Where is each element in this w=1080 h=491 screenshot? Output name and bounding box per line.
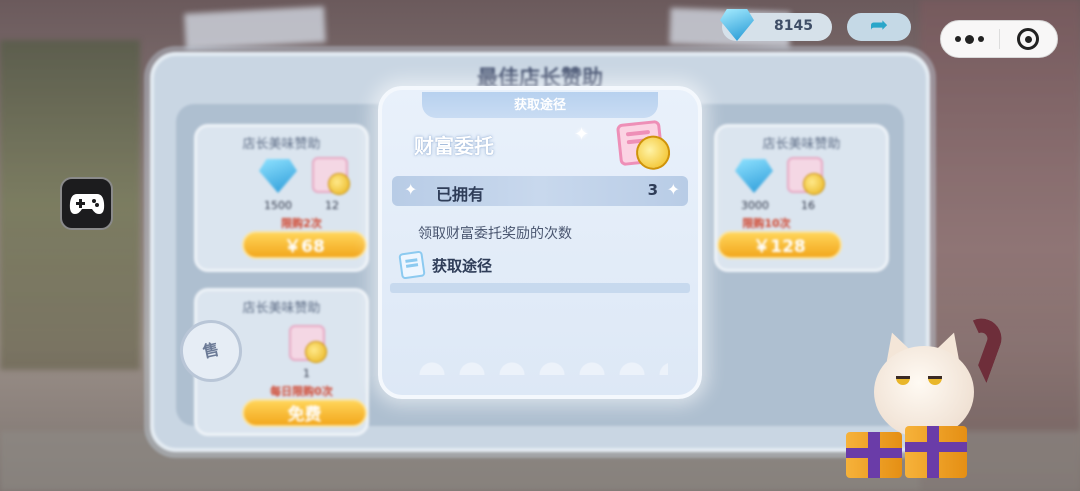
gem-counter: 8145	[720, 9, 832, 41]
ticket-coin-icon	[312, 157, 350, 195]
ticket-qty: 16	[801, 199, 815, 212]
popup-header: 获取途径	[422, 92, 658, 118]
source-row: 获取途径	[398, 250, 493, 280]
purchase-limit: 限购2次	[281, 217, 322, 230]
sponsor-card-2[interactable]: 店长美味赞助 3000 16 限购10次 ￥128	[714, 124, 889, 272]
owned-bar: ✦ 已拥有 3 ✦	[392, 176, 688, 206]
sponsor-card-1[interactable]: 店长美味赞助 1500 12 限购2次 ￥68	[194, 124, 369, 272]
miniprogram-capsule	[940, 20, 1058, 58]
sparkle-icon: ✦	[404, 180, 418, 199]
gem-icon	[720, 9, 754, 41]
card-title: 店长美味赞助	[242, 301, 321, 316]
ticket-qty: 12	[325, 199, 339, 212]
owned-label: 已拥有	[436, 185, 485, 204]
price-button[interactable]: ￥68	[242, 231, 367, 259]
cat-body	[874, 346, 974, 438]
lace-decoration	[412, 345, 668, 375]
gem-icon	[259, 159, 297, 193]
card-title: 店长美味赞助	[242, 137, 321, 152]
gem-qty: 1500	[264, 199, 292, 212]
close-button[interactable]	[999, 21, 1057, 57]
source-popup: 获取途径 财富委托 ✦ ✦ 已拥有 3 ✦ 领取财富委托奖励的次数 获取途径	[378, 86, 702, 399]
share-button[interactable]: ➦	[847, 13, 911, 41]
sparkle-icon: ✦	[666, 180, 680, 199]
purchase-limit: 每日限购0次	[270, 385, 333, 398]
gem-icon	[735, 159, 773, 193]
card-title: 店长美味赞助	[762, 137, 841, 152]
more-button[interactable]	[941, 21, 999, 57]
ticket-coin-icon	[289, 325, 327, 363]
item-name: 财富委托	[414, 134, 494, 158]
sparkle-icon: ✦	[574, 124, 590, 145]
free-button[interactable]: 免费	[242, 399, 367, 427]
price-button[interactable]: ￥128	[717, 231, 842, 259]
scroll-icon	[398, 250, 426, 280]
share-arrow-icon: ➦	[869, 13, 889, 38]
gamepad-icon	[69, 193, 104, 214]
gem-count: 8145	[774, 18, 813, 34]
more-icon-dot	[978, 36, 985, 42]
purchase-limit: 限购10次	[742, 217, 791, 230]
more-icon	[955, 36, 962, 42]
gift-box-icon	[905, 426, 967, 478]
owned-value: 3	[647, 181, 658, 199]
item-description: 领取财富委托奖励的次数	[418, 226, 572, 242]
gamepad-button[interactable]	[60, 177, 113, 230]
source-label: 获取途径	[432, 256, 493, 275]
gem-qty: 3000	[741, 199, 769, 212]
source-list	[390, 283, 690, 293]
ticket-coin-icon	[787, 157, 825, 195]
gift-box-icon	[846, 432, 902, 478]
close-icon	[1017, 28, 1040, 50]
more-icon-center	[965, 34, 975, 44]
decor-ribbon	[184, 6, 326, 50]
ticket-qty: 1	[303, 367, 310, 380]
ticket-coin-icon	[615, 119, 665, 167]
